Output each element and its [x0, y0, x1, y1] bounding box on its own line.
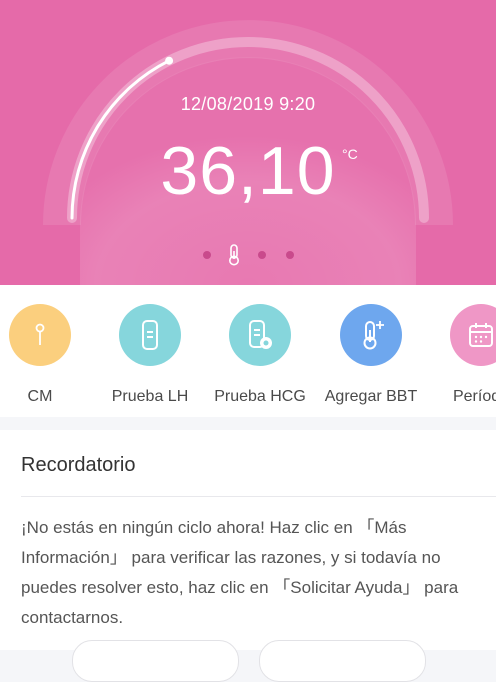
lh-test-strip-icon[interactable] — [119, 304, 181, 366]
action-period[interactable]: Período — [426, 304, 496, 406]
divider — [21, 496, 496, 497]
thermometer-plus-icon[interactable] — [340, 304, 402, 366]
cervical-mucus-icon[interactable] — [9, 304, 71, 366]
temperature-header: 12/08/2019 9:20 36,10 °C — [0, 0, 496, 285]
action-hcg-test[interactable]: Prueba HCG — [205, 304, 315, 406]
reminder-title: Recordatorio — [21, 454, 136, 476]
action-cm[interactable]: CM — [0, 304, 95, 406]
page-dot[interactable] — [258, 251, 266, 259]
reminder-message: ¡No estás en ningún ciclo ahora! Haz cli… — [21, 518, 459, 627]
action-label: CM — [27, 388, 53, 405]
action-add-bbt[interactable]: Agregar BBT — [316, 304, 426, 406]
temperature-unit: °C — [342, 146, 358, 162]
thermometer-icon[interactable] — [226, 244, 242, 271]
action-label: Agregar BBT — [324, 388, 418, 405]
temperature-value: 36,10 — [160, 133, 336, 209]
page-indicator[interactable] — [0, 240, 496, 270]
calendar-icon[interactable] — [450, 304, 496, 366]
more-info-button[interactable] — [72, 640, 239, 682]
gauge-knob — [165, 56, 174, 65]
action-lh-test[interactable]: Prueba LH — [95, 304, 205, 406]
action-label: Período — [452, 388, 496, 405]
page-dot[interactable] — [286, 251, 294, 259]
action-label: Prueba LH — [111, 388, 189, 405]
quick-actions: CM Prueba LH Prueba HCG Agregar BBT Perí… — [0, 285, 496, 417]
reminder-card: Recordatorio ¡No estás en ningún ciclo a… — [0, 430, 496, 682]
request-help-button[interactable] — [259, 640, 426, 682]
page-dot[interactable] — [203, 251, 211, 259]
reading-datetime: 12/08/2019 9:20 — [180, 94, 316, 114]
action-label: Prueba HCG — [214, 388, 306, 405]
hcg-test-strip-icon[interactable] — [229, 304, 291, 366]
